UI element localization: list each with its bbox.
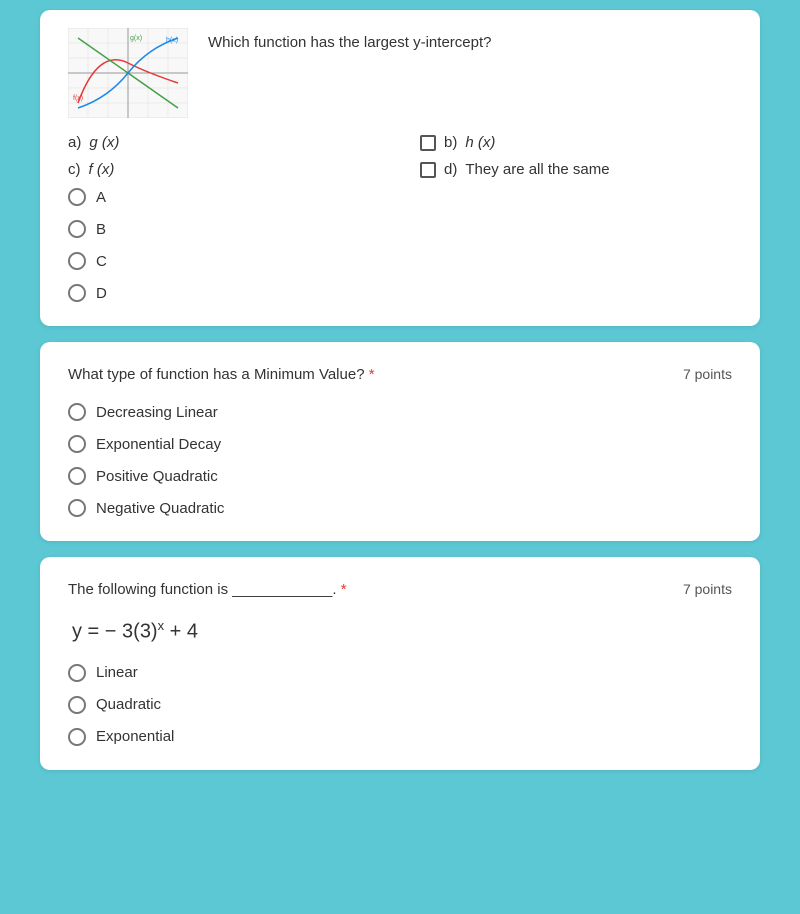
q2-option-4-label: Negative Quadratic — [96, 500, 224, 517]
q2-option-1-label: Decreasing Linear — [96, 404, 218, 421]
graph-image: g(x) f(x) h(x) — [68, 28, 188, 118]
q2-required: * — [369, 366, 375, 383]
q3-title: The following function is ____________. … — [68, 581, 683, 598]
q3-radio-3[interactable] — [68, 728, 86, 746]
option-b-checkbox[interactable] — [420, 135, 436, 151]
radio-option-A[interactable]: A — [68, 188, 732, 206]
q3-options: Linear Quadratic Exponential — [68, 664, 732, 746]
radio-option-B[interactable]: B — [68, 220, 732, 238]
q3-option-2-label: Quadratic — [96, 696, 161, 713]
q2-points: 7 points — [683, 366, 732, 382]
q2-text: What type of function has a Minimum Valu… — [68, 366, 365, 383]
radio-option-D[interactable]: D — [68, 284, 732, 302]
q3-text: The following function is ____________. — [68, 581, 337, 598]
q2-header: What type of function has a Minimum Valu… — [68, 366, 732, 383]
option-b-label: h (x) — [465, 134, 495, 151]
option-d[interactable]: d) They are all the same — [420, 161, 732, 178]
q3-option-1-label: Linear — [96, 664, 138, 681]
radio-B-circle[interactable] — [68, 220, 86, 238]
svg-text:g(x): g(x) — [130, 35, 142, 42]
radio-D-circle[interactable] — [68, 284, 86, 302]
radio-C-label: C — [96, 253, 107, 270]
question-1-card: g(x) f(x) h(x) Which function has the la… — [40, 10, 760, 326]
option-d-label: They are all the same — [465, 161, 609, 178]
q2-radio-3[interactable] — [68, 467, 86, 485]
q3-header: The following function is ____________. … — [68, 581, 732, 598]
question-2-card: What type of function has a Minimum Valu… — [40, 342, 760, 541]
radio-A-label: A — [96, 189, 106, 206]
svg-text:h(x): h(x) — [166, 37, 178, 44]
radio-A-circle[interactable] — [68, 188, 86, 206]
option-c-label: f (x) — [89, 161, 115, 178]
q2-option-4[interactable]: Negative Quadratic — [68, 499, 732, 517]
q3-radio-2[interactable] — [68, 696, 86, 714]
radio-B-label: B — [96, 221, 106, 238]
option-a-label: g (x) — [89, 134, 119, 151]
q2-option-2-label: Exponential Decay — [96, 436, 221, 453]
q2-radio-1[interactable] — [68, 403, 86, 421]
q2-option-2[interactable]: Exponential Decay — [68, 435, 732, 453]
q3-required: * — [341, 581, 347, 598]
q2-option-3[interactable]: Positive Quadratic — [68, 467, 732, 485]
q1-text: Which function has the largest y-interce… — [208, 28, 491, 51]
q2-title: What type of function has a Minimum Valu… — [68, 366, 683, 383]
q2-options: Decreasing Linear Exponential Decay Posi… — [68, 403, 732, 517]
option-a[interactable]: a) g (x) — [68, 134, 380, 151]
q3-option-3[interactable]: Exponential — [68, 728, 732, 746]
question-3-card: The following function is ____________. … — [40, 557, 760, 770]
radio-D-label: D — [96, 285, 107, 302]
option-b[interactable]: b) h (x) — [420, 134, 732, 151]
func-y-equals: y = − 3(3) — [72, 621, 158, 643]
q2-radio-4[interactable] — [68, 499, 86, 517]
q2-radio-2[interactable] — [68, 435, 86, 453]
function-equation: y = − 3(3)x + 4 — [68, 618, 732, 644]
radio-options-group: A B C D — [68, 188, 732, 302]
q2-option-3-label: Positive Quadratic — [96, 468, 218, 485]
q3-option-1[interactable]: Linear — [68, 664, 732, 682]
option-d-checkbox[interactable] — [420, 162, 436, 178]
q3-option-3-label: Exponential — [96, 728, 174, 745]
func-plus-4: + 4 — [164, 621, 198, 643]
option-c[interactable]: c) f (x) — [68, 161, 380, 178]
q3-points: 7 points — [683, 581, 732, 597]
radio-C-circle[interactable] — [68, 252, 86, 270]
radio-option-C[interactable]: C — [68, 252, 732, 270]
q2-option-1[interactable]: Decreasing Linear — [68, 403, 732, 421]
svg-text:f(x): f(x) — [73, 95, 83, 102]
q3-radio-1[interactable] — [68, 664, 86, 682]
q3-option-2[interactable]: Quadratic — [68, 696, 732, 714]
